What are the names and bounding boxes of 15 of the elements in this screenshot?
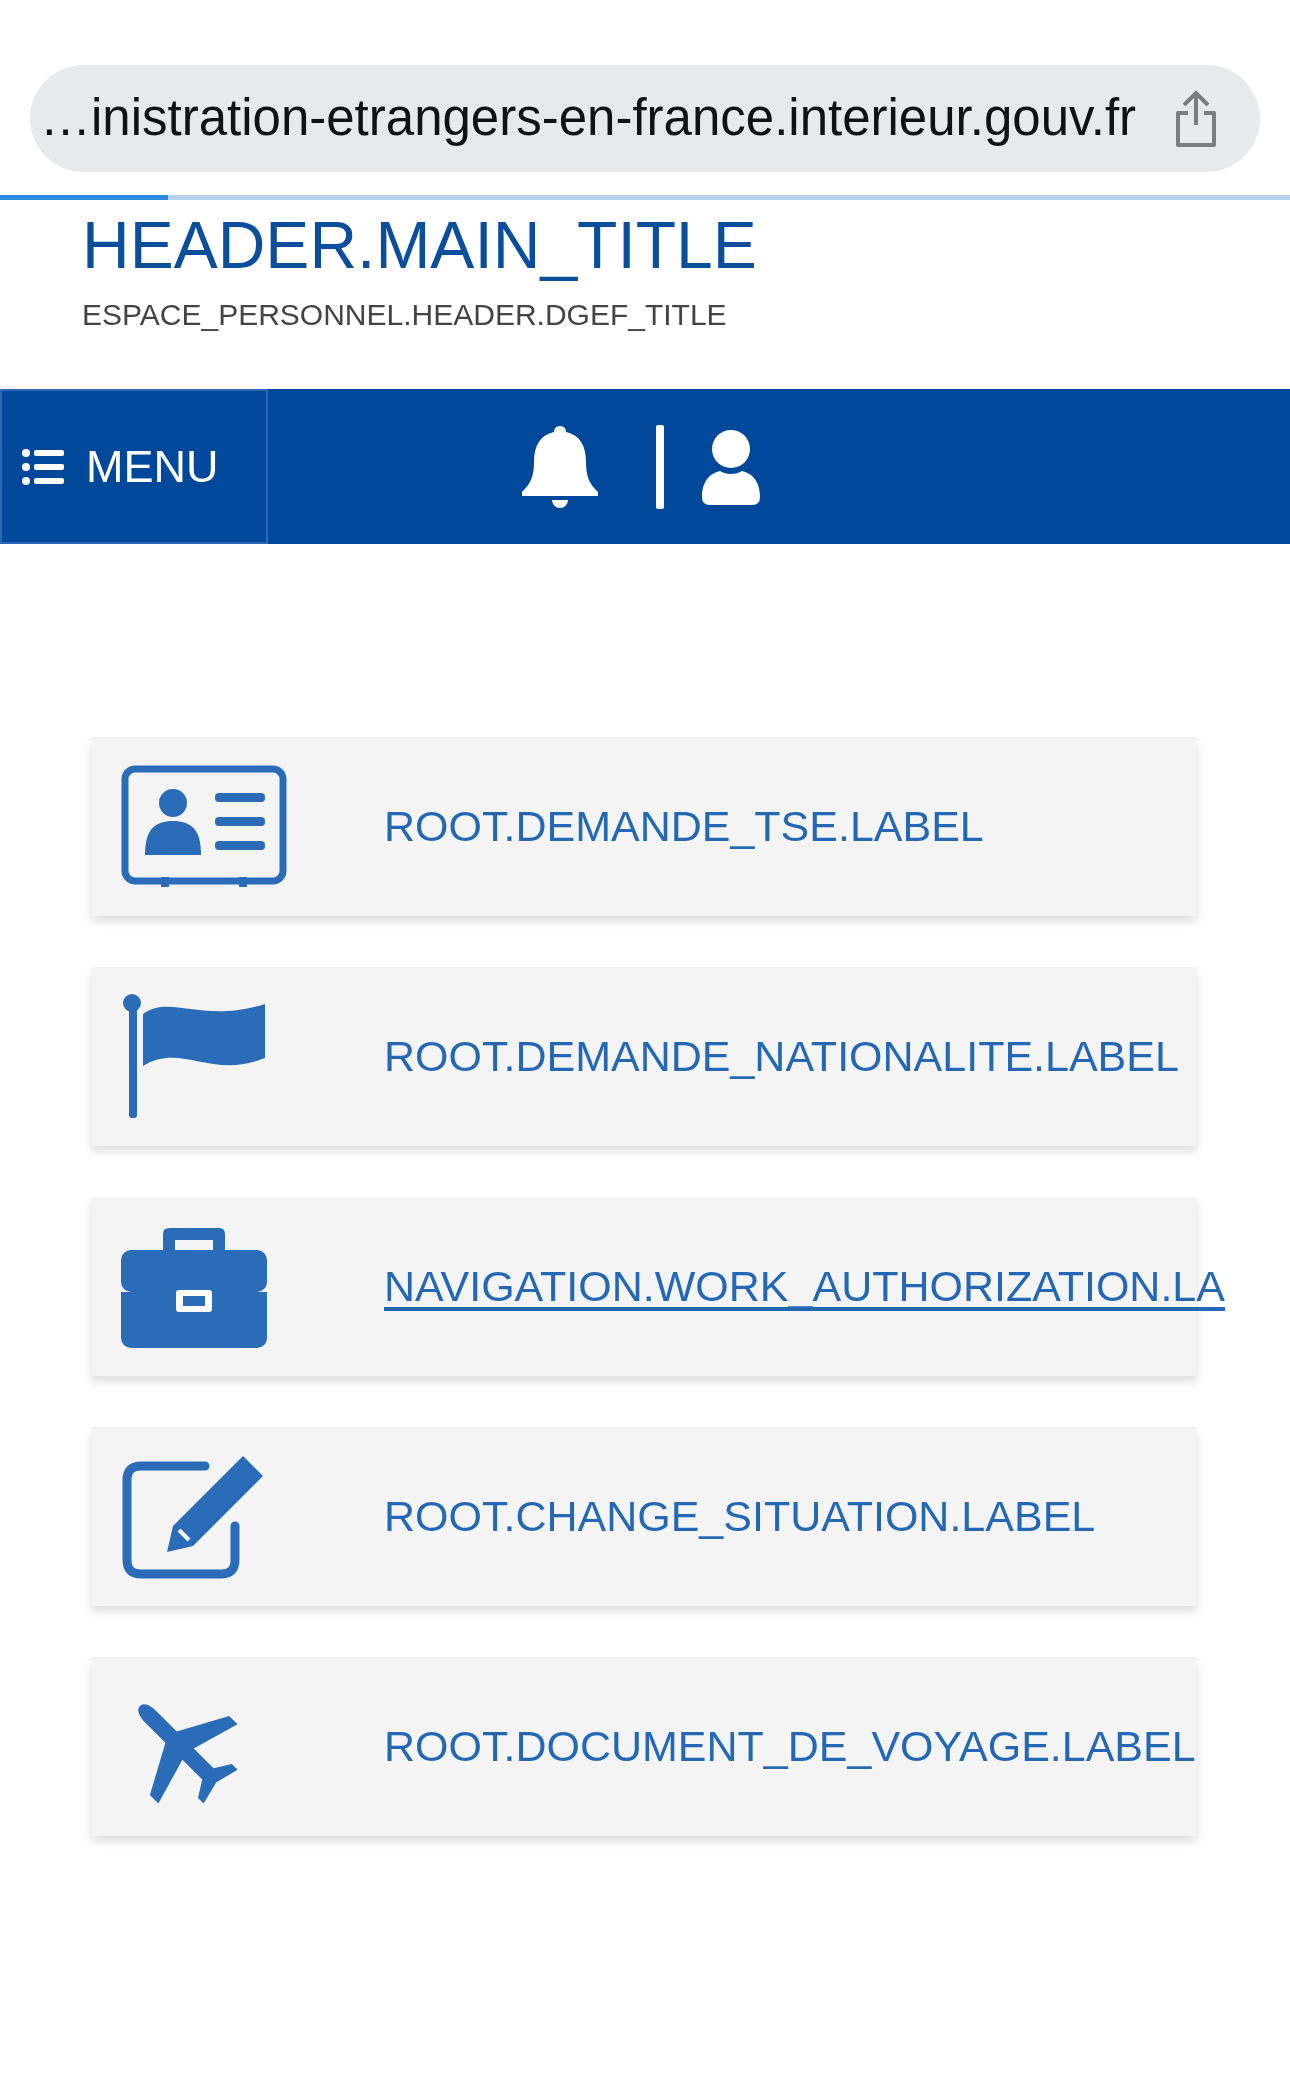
menu-button[interactable]: MENU (0, 389, 268, 544)
flag-icon (121, 993, 267, 1120)
bell-icon[interactable] (520, 423, 600, 510)
id-card-icon (121, 764, 287, 889)
site-subtitle: ESPACE_PERSONNEL.HEADER.DGEF_TITLE (82, 296, 728, 333)
service-link[interactable]: NAVIGATION.WORK_AUTHORIZATION.LA (384, 1254, 1225, 1319)
service-link[interactable]: ROOT.DEMANDE_TSE.LABEL (384, 794, 984, 859)
list-icon (22, 448, 64, 485)
url-text: …inistration-etrangers-en-france.interieur.gouv.fr (40, 88, 1137, 149)
service-link[interactable]: ROOT.DOCUMENT_DE_VOYAGE.LABEL (384, 1714, 1196, 1779)
service-link[interactable]: ROOT.CHANGE_SITUATION.LABEL (384, 1484, 1096, 1549)
user-icon[interactable] (700, 428, 762, 505)
site-title: HEADER.MAIN_TITLE (82, 208, 758, 284)
service-link[interactable]: ROOT.DEMANDE_NATIONALITE.LABEL (384, 1024, 1179, 1089)
address-bar[interactable]: …inistration-etrangers-en-france.interieur.gouv.fr (30, 65, 1260, 172)
